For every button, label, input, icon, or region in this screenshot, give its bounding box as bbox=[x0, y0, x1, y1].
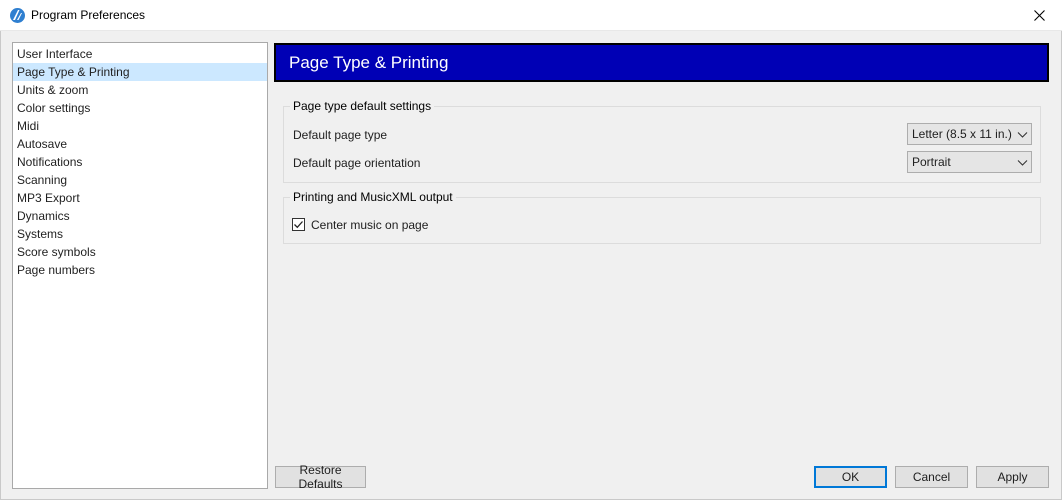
app-logo-icon bbox=[10, 8, 25, 23]
default-page-type-select[interactable]: Letter (8.5 x 11 in.) bbox=[907, 123, 1032, 145]
ok-button[interactable]: OK bbox=[814, 466, 887, 488]
sidebar-item-page-numbers[interactable]: Page numbers bbox=[13, 261, 267, 279]
sidebar-item-color-settings[interactable]: Color settings bbox=[13, 99, 267, 117]
apply-button[interactable]: Apply bbox=[976, 466, 1049, 488]
printing-output-group-title: Printing and MusicXML output bbox=[290, 190, 456, 204]
chevron-down-icon bbox=[1017, 132, 1028, 138]
sidebar-item-scanning[interactable]: Scanning bbox=[13, 171, 267, 189]
checkmark-icon bbox=[294, 221, 303, 229]
center-music-checkbox[interactable] bbox=[292, 218, 305, 231]
default-page-orientation-select[interactable]: Portrait bbox=[907, 151, 1032, 173]
sidebar-item-user-interface[interactable]: User Interface bbox=[13, 45, 267, 63]
window-title: Program Preferences bbox=[31, 8, 146, 22]
sidebar-item-midi[interactable]: Midi bbox=[13, 117, 267, 135]
cancel-button[interactable]: Cancel bbox=[895, 466, 968, 488]
printing-output-group: Printing and MusicXML output Center musi… bbox=[283, 190, 1041, 244]
sidebar-item-page-type-and-printing[interactable]: Page Type & Printing bbox=[13, 63, 267, 81]
restore-defaults-button[interactable]: Restore Defaults bbox=[275, 463, 366, 491]
title-bar: Program Preferences bbox=[0, 0, 1062, 31]
close-icon bbox=[1033, 10, 1045, 21]
sidebar-item-mp3-export[interactable]: MP3 Export bbox=[13, 189, 267, 207]
page-title: Page Type & Printing bbox=[289, 53, 449, 72]
sidebar-item-notifications[interactable]: Notifications bbox=[13, 153, 267, 171]
sidebar-item-units-and-zoom[interactable]: Units & zoom bbox=[13, 81, 267, 99]
center-music-label[interactable]: Center music on page bbox=[311, 218, 428, 232]
page-type-group-title: Page type default settings bbox=[290, 99, 435, 113]
sidebar-item-autosave[interactable]: Autosave bbox=[13, 135, 267, 153]
close-button[interactable] bbox=[1016, 0, 1062, 31]
sidebar-item-systems[interactable]: Systems bbox=[13, 225, 267, 243]
page-header-banner: Page Type & Printing bbox=[274, 43, 1049, 82]
sidebar-item-score-symbols[interactable]: Score symbols bbox=[13, 243, 267, 261]
default-page-type-value: Letter (8.5 x 11 in.) bbox=[912, 127, 1012, 141]
sidebar-item-dynamics[interactable]: Dynamics bbox=[13, 207, 267, 225]
chevron-down-icon bbox=[1017, 160, 1028, 166]
default-page-type-label: Default page type bbox=[293, 128, 388, 142]
default-page-orientation-value: Portrait bbox=[912, 155, 951, 169]
page-type-group: Page type default settings Default page … bbox=[283, 99, 1041, 183]
category-list[interactable]: User Interface Page Type & Printing Units … bbox=[12, 42, 268, 489]
default-page-orientation-label: Default page orientation bbox=[293, 156, 421, 170]
